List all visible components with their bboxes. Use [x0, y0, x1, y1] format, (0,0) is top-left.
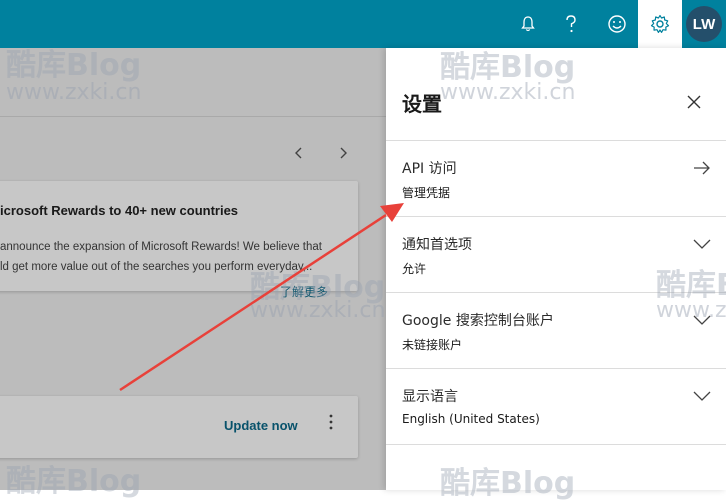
api-access-open-button[interactable]	[690, 156, 714, 180]
setting-notification-preferences[interactable]: 通知首选项 允许	[386, 216, 726, 292]
help-button[interactable]	[550, 0, 592, 48]
expand-button[interactable]	[690, 384, 714, 408]
setting-label: API 访问	[402, 161, 457, 177]
expand-button[interactable]	[690, 308, 714, 332]
top-header-bar: LW	[0, 0, 726, 48]
avatar[interactable]: LW	[686, 6, 722, 42]
divider	[386, 444, 726, 445]
bell-icon	[521, 16, 535, 32]
close-icon	[687, 95, 701, 109]
help-icon	[566, 15, 576, 33]
settings-panel: 设置 API 访问 管理凭据 通知首选项 允许 Google 搜索控制台账户 未…	[386, 48, 726, 490]
chevron-down-icon	[693, 315, 711, 325]
setting-value: 管理凭据	[402, 186, 451, 200]
close-button[interactable]	[680, 88, 708, 116]
chevron-down-icon	[693, 391, 711, 401]
setting-google-search-console[interactable]: Google 搜索控制台账户 未链接账户	[386, 292, 726, 368]
setting-label: Google 搜索控制台账户	[402, 313, 554, 329]
gear-icon	[650, 14, 670, 33]
modal-overlay[interactable]	[0, 48, 386, 490]
expand-button[interactable]	[690, 232, 714, 256]
settings-button[interactable]	[638, 0, 682, 48]
chevron-down-icon	[693, 239, 711, 249]
feedback-button[interactable]	[596, 0, 638, 48]
setting-value: 未链接账户	[402, 338, 463, 352]
smiley-icon	[608, 15, 626, 33]
setting-display-language[interactable]: 显示语言 English (United States)	[386, 368, 726, 444]
panel-title: 设置	[402, 92, 442, 116]
arrow-right-icon	[694, 161, 710, 175]
notifications-button[interactable]	[507, 0, 549, 48]
setting-value: 允许	[402, 262, 427, 276]
setting-api-access[interactable]: API 访问 管理凭据	[386, 140, 726, 216]
setting-label: 通知首选项	[402, 237, 472, 253]
setting-value: English (United States)	[402, 412, 540, 426]
setting-label: 显示语言	[402, 389, 458, 405]
